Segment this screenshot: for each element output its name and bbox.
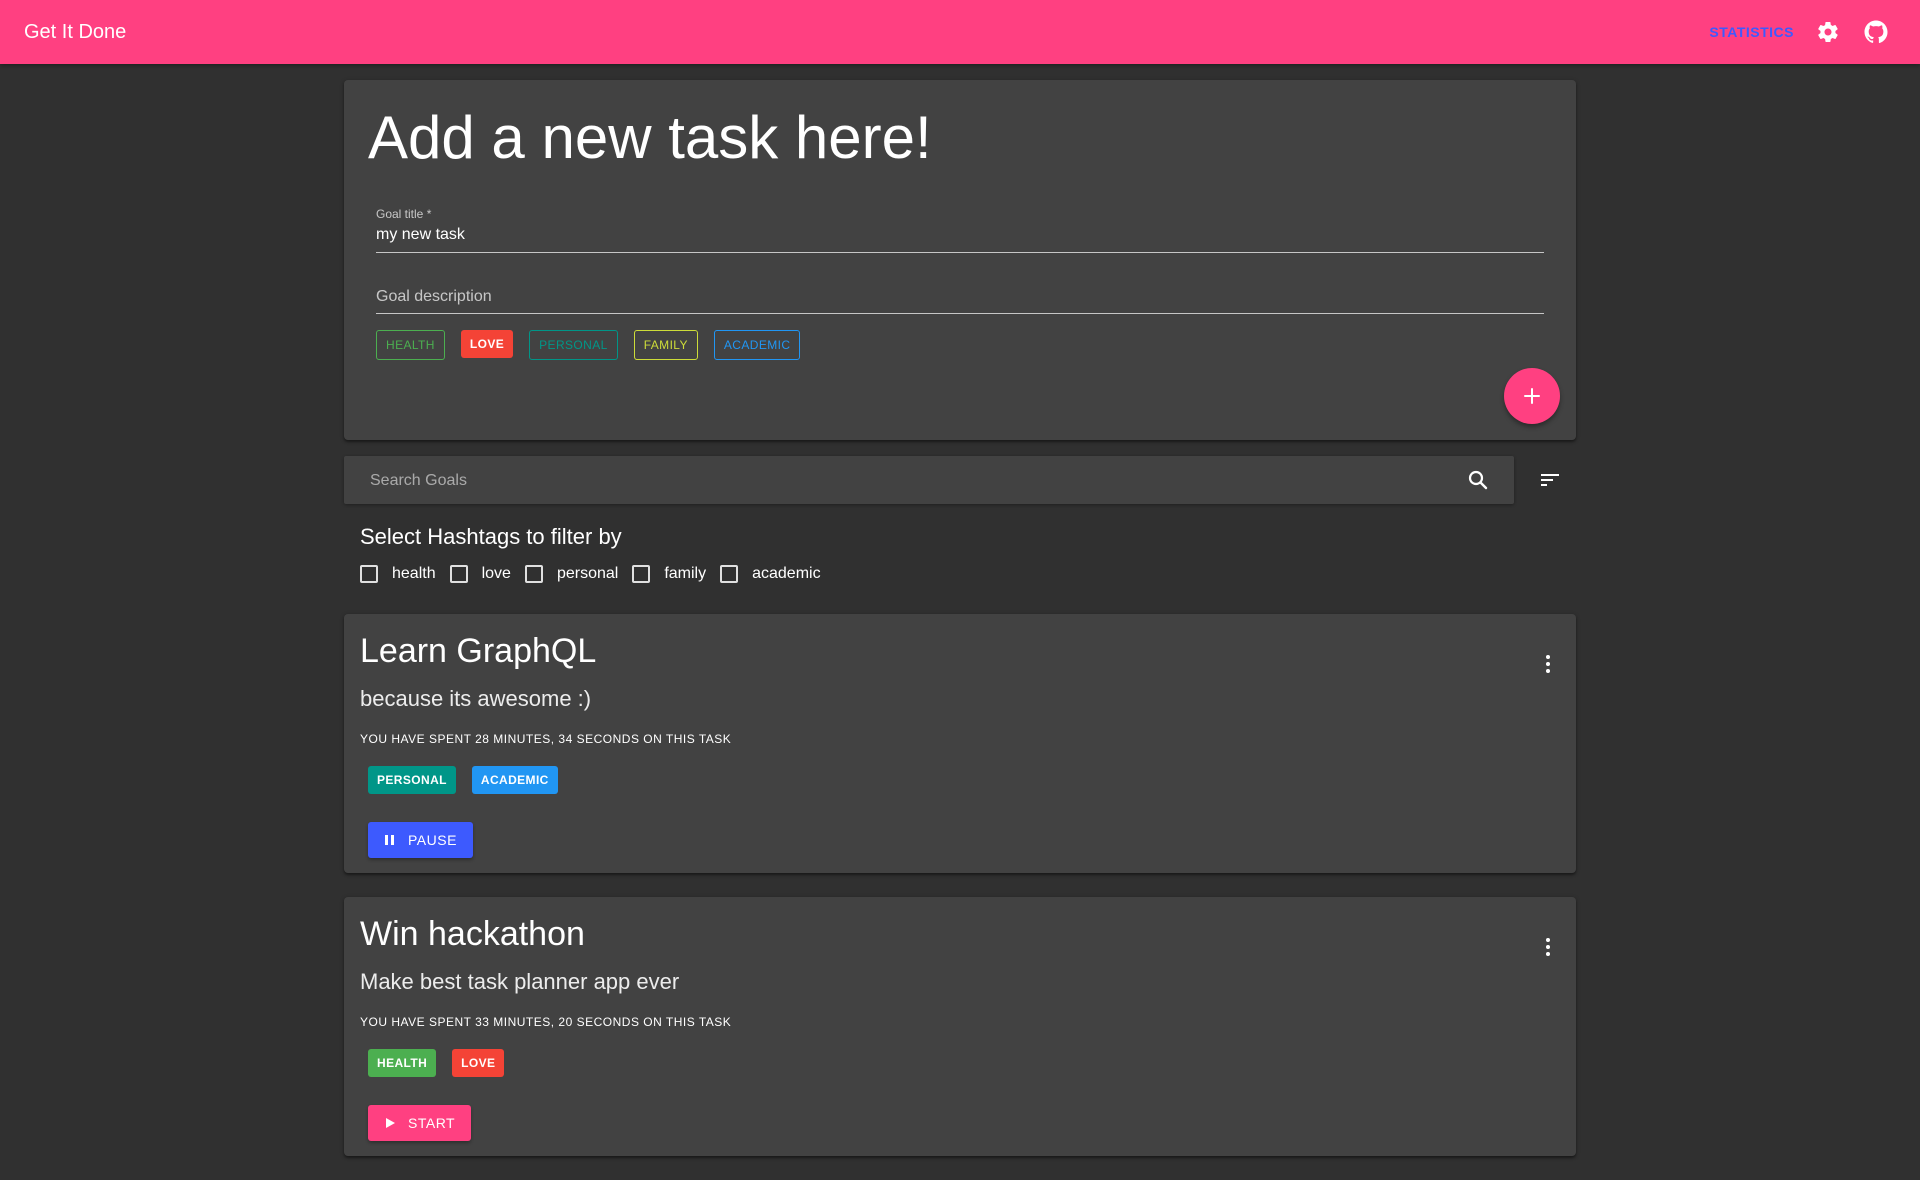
statistics-link[interactable]: STATISTICS: [1699, 16, 1804, 48]
task-tags: PERSONAL ACADEMIC: [368, 766, 574, 794]
task-description: Make best task planner app ever: [360, 969, 680, 994]
search-icon: [1468, 470, 1488, 490]
goal-title-input[interactable]: my new task: [376, 226, 465, 244]
add-task-heading: Add a new task here!: [368, 104, 932, 171]
github-button[interactable]: [1852, 8, 1900, 56]
task-time-spent: YOU HAVE SPENT 33 MINUTES, 20 SECONDS ON…: [360, 1015, 732, 1029]
filter-label: academic: [752, 565, 821, 582]
task-time-spent: YOU HAVE SPENT 28 MINUTES, 34 SECONDS ON…: [360, 732, 732, 746]
settings-button[interactable]: [1804, 8, 1852, 56]
search-bar: [344, 456, 1514, 506]
search-input[interactable]: [368, 456, 1432, 506]
task-menu-button[interactable]: [1524, 923, 1572, 971]
filter-label: family: [664, 565, 707, 582]
task-description: because its awesome :): [360, 686, 592, 711]
tag-health[interactable]: HEALTH: [376, 330, 445, 360]
filter-academic[interactable]: academic: [720, 565, 821, 583]
tag-personal[interactable]: PERSONAL: [368, 766, 456, 794]
tag-health[interactable]: HEALTH: [368, 1049, 437, 1077]
start-button[interactable]: START: [368, 1105, 472, 1141]
search-button[interactable]: [1454, 456, 1502, 504]
settings-icon: [1818, 22, 1838, 43]
filter-label: personal: [556, 565, 619, 582]
play-icon: [384, 1117, 396, 1129]
checkbox[interactable]: [632, 565, 651, 583]
tag-academic[interactable]: ACADEMIC: [713, 330, 801, 360]
filter-family[interactable]: family: [632, 565, 706, 583]
add-task-tags: HEALTH LOVE PERSONAL FAMILY ACADEMIC: [376, 330, 816, 360]
task-title: Learn GraphQL: [360, 632, 597, 670]
goal-description-underline: [376, 313, 1544, 314]
app-title: Get It Done: [24, 20, 127, 43]
app-bar: Get It Done STATISTICS: [0, 0, 1920, 64]
app-bar-actions: STATISTICS: [1699, 8, 1900, 56]
tag-love[interactable]: LOVE: [452, 1049, 505, 1077]
task-title: Win hackathon: [360, 915, 585, 953]
sort-button[interactable]: [1526, 456, 1574, 504]
goal-description-input[interactable]: Goal description: [376, 288, 492, 306]
pause-icon: [384, 834, 396, 846]
task-tags: HEALTH LOVE: [368, 1049, 520, 1077]
tag-family[interactable]: FAMILY: [633, 330, 698, 360]
checkbox[interactable]: [449, 565, 468, 583]
goal-title-underline: [376, 252, 1544, 253]
add-task-card: Add a new task here! Goal title * my new…: [344, 80, 1576, 440]
checkbox[interactable]: [524, 565, 543, 583]
plus-icon: [1524, 388, 1540, 404]
more-vert-icon: [1546, 938, 1550, 956]
goal-title-label: Goal title *: [376, 207, 432, 221]
pause-button[interactable]: PAUSE: [368, 822, 473, 858]
filter-health[interactable]: health: [360, 565, 436, 583]
more-vert-icon: [1546, 655, 1550, 673]
task-menu-button[interactable]: [1524, 640, 1572, 688]
filter-title: Select Hashtags to filter by: [360, 524, 622, 549]
filter-love[interactable]: love: [449, 565, 511, 583]
github-icon: [1864, 20, 1888, 44]
tag-academic[interactable]: ACADEMIC: [471, 766, 558, 794]
filter-label: health: [392, 565, 436, 582]
tag-love[interactable]: LOVE: [460, 330, 514, 358]
tag-personal[interactable]: PERSONAL: [529, 330, 618, 360]
hashtag-filter: health love personal family academic: [360, 565, 835, 583]
filter-personal[interactable]: personal: [524, 565, 619, 583]
task-card: Learn GraphQL because its awesome :) YOU…: [344, 614, 1576, 873]
filter-label: love: [481, 565, 511, 582]
checkbox[interactable]: [720, 565, 739, 583]
pause-label: PAUSE: [408, 832, 457, 848]
add-task-button[interactable]: [1504, 368, 1560, 424]
sort-icon: [1541, 474, 1559, 486]
start-label: START: [408, 1115, 456, 1131]
task-card: Win hackathon Make best task planner app…: [344, 897, 1576, 1156]
checkbox[interactable]: [360, 565, 378, 583]
